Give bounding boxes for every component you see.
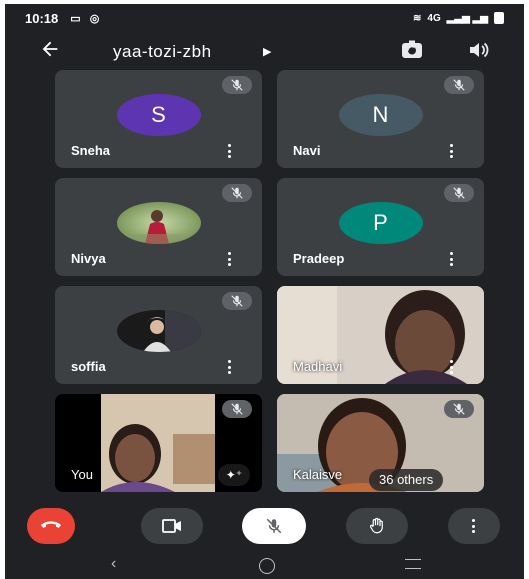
home-nav-icon[interactable] bbox=[259, 558, 275, 574]
mic-off-icon bbox=[444, 184, 474, 202]
speaker-icon[interactable] bbox=[467, 40, 491, 60]
participant-name: Kalaisve bbox=[293, 467, 343, 482]
raise-hand-button[interactable] bbox=[346, 508, 408, 544]
raise-hand-icon bbox=[370, 517, 383, 534]
self-view-tile[interactable]: You ✦⁺ bbox=[55, 394, 262, 492]
avatar: N bbox=[338, 94, 423, 136]
meeting-code[interactable]: yaa-tozi-zbh bbox=[113, 42, 212, 62]
mic-off-icon bbox=[444, 76, 474, 94]
video-camera-icon bbox=[162, 519, 181, 533]
participant-name: soffia bbox=[71, 359, 106, 374]
recents-nav-icon[interactable] bbox=[405, 559, 421, 569]
participant-tile[interactable]: soffia bbox=[55, 286, 262, 384]
meet-screen: 10:18 ▭ ◎ ≋ 4G ▂▃▅ ▂▅ yaa-tozi-zbh ▶ S S… bbox=[5, 4, 524, 579]
end-call-button[interactable] bbox=[27, 508, 75, 544]
participant-name: Sneha bbox=[71, 143, 111, 158]
participant-name: You bbox=[71, 467, 93, 482]
more-vert-icon[interactable] bbox=[228, 360, 232, 374]
mic-off-icon bbox=[222, 76, 252, 94]
others-count-chip[interactable]: 36 others bbox=[369, 469, 444, 491]
mic-off-icon bbox=[222, 400, 252, 418]
participant-video-tile[interactable]: Madhavi bbox=[277, 286, 484, 384]
sparkle-effects-icon[interactable]: ✦⁺ bbox=[218, 464, 250, 486]
status-right: ≋ 4G ▂▃▅ ▂▅ bbox=[413, 12, 504, 24]
back-nav-icon[interactable]: ‹ bbox=[111, 555, 116, 573]
mic-off-icon bbox=[444, 400, 474, 418]
participant-name: Navi bbox=[293, 143, 321, 158]
more-vert-icon[interactable] bbox=[450, 360, 454, 374]
android-nav-bar: ‹ bbox=[5, 551, 524, 579]
participant-tile[interactable]: P Pradeep bbox=[277, 178, 484, 276]
vibrate-icon: ≋ bbox=[413, 12, 422, 24]
participant-name: Madhavi bbox=[293, 359, 343, 374]
signal-icon: ▂▃▅ ▂▅ bbox=[446, 12, 488, 24]
more-vert-icon[interactable] bbox=[228, 144, 232, 158]
avatar: P bbox=[338, 202, 423, 244]
status-bar: 10:18 ▭ ◎ ≋ 4G ▂▃▅ ▂▅ bbox=[5, 4, 524, 32]
mic-off-icon bbox=[266, 518, 282, 534]
mic-off-icon bbox=[222, 292, 252, 310]
status-time: 10:18 bbox=[25, 10, 59, 26]
mic-toggle-button[interactable] bbox=[242, 508, 306, 544]
battery-icon bbox=[494, 12, 504, 24]
call-controls bbox=[5, 504, 524, 548]
participant-name: Nivya bbox=[71, 251, 106, 266]
more-vert-icon[interactable] bbox=[228, 252, 232, 266]
switch-camera-icon[interactable] bbox=[400, 40, 424, 60]
participant-video-tile[interactable]: Kalaisve 36 others bbox=[277, 394, 484, 492]
participant-tile[interactable]: N Navi bbox=[277, 70, 484, 168]
camera-toggle-button[interactable] bbox=[141, 508, 203, 544]
network-type: 4G bbox=[427, 12, 441, 24]
participant-name: Pradeep bbox=[293, 251, 345, 266]
mic-off-icon bbox=[222, 184, 252, 202]
caret-right-icon[interactable]: ▶ bbox=[263, 45, 271, 58]
avatar bbox=[116, 202, 201, 244]
avatar bbox=[116, 310, 201, 352]
more-options-button[interactable] bbox=[448, 508, 500, 544]
participant-tile[interactable]: S Sneha bbox=[55, 70, 262, 168]
notification-icons: ▭ ◎ bbox=[70, 12, 103, 25]
avatar: S bbox=[116, 94, 201, 136]
end-call-icon bbox=[40, 521, 62, 528]
more-vert-icon bbox=[472, 519, 476, 533]
app-bar: yaa-tozi-zbh ▶ bbox=[5, 32, 524, 70]
arrow-left-icon[interactable] bbox=[39, 38, 61, 60]
more-vert-icon[interactable] bbox=[450, 144, 454, 158]
more-vert-icon[interactable] bbox=[450, 252, 454, 266]
participant-tile[interactable]: Nivya bbox=[55, 178, 262, 276]
